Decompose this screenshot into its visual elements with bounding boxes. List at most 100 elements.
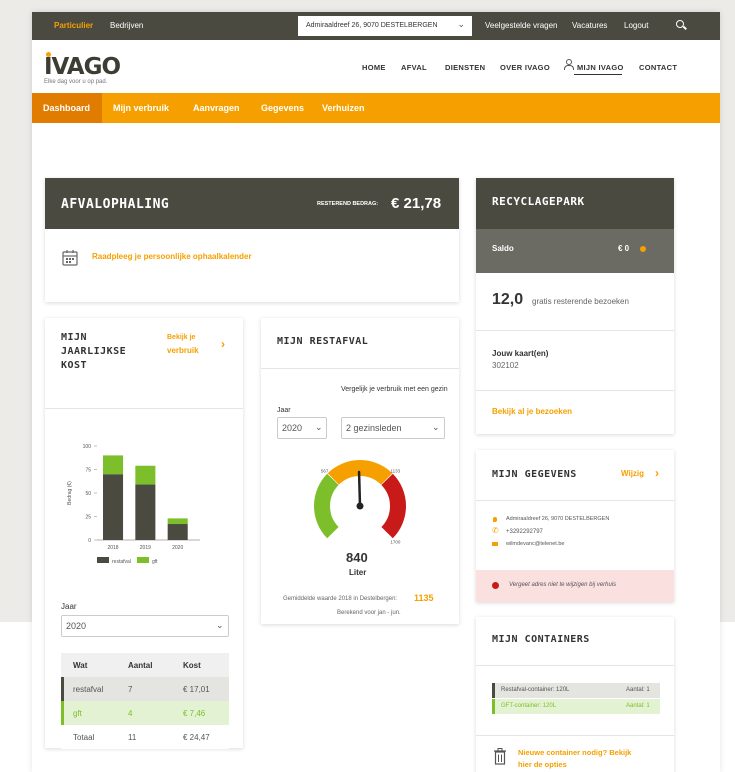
alert-icon xyxy=(492,582,499,589)
gauge-needle xyxy=(357,470,362,508)
nav-home[interactable]: HOME xyxy=(362,63,386,72)
search-icon[interactable] xyxy=(676,20,684,28)
divider xyxy=(476,330,674,331)
location-pin-icon xyxy=(493,517,497,522)
vacatures-link[interactable]: Vacatures xyxy=(572,21,607,30)
chevron-right-icon[interactable]: › xyxy=(221,337,225,351)
restafval-year-label: Jaar xyxy=(277,407,291,414)
container-row: GFT-container: 120L Aantal: 1 xyxy=(492,699,660,714)
containers-card: MIJN CONTAINERS Restafval-container: 120… xyxy=(476,617,674,772)
saldo-row: Saldo € 0 xyxy=(476,229,674,273)
visits-text: gratis resterende bezoeken xyxy=(532,297,629,306)
nav-diensten[interactable]: DIENSTEN xyxy=(445,63,485,72)
logout-link[interactable]: Logout xyxy=(624,21,648,30)
container-name: Restafval-container: 120L xyxy=(501,687,570,693)
divider xyxy=(45,408,243,409)
table-row: restafval 7 € 17,01 xyxy=(61,677,229,701)
gauge-tick-label: 567 xyxy=(321,469,329,474)
visits-number: 12,0 xyxy=(492,291,524,308)
address-selector-value: Admiraaldreef 26, 9070 DESTELBERGEN xyxy=(306,22,438,29)
alert-text: Vergeet adres niet te wijzigen bij verhu… xyxy=(509,582,617,588)
gegevens-address: Admiraaldreef 26, 9070 DESTELBERGEN xyxy=(506,516,610,522)
bar-gft-2018 xyxy=(103,455,124,475)
table-cell: 11 xyxy=(128,733,137,742)
legend-label-restafval: restafval xyxy=(112,559,131,565)
subnav-mijn-verbruik[interactable]: Mijn verbruik xyxy=(113,103,169,113)
coin-icon xyxy=(640,246,646,252)
kost-year-select[interactable]: 2020 xyxy=(61,615,229,637)
address-selector[interactable]: Admiraaldreef 26, 9070 DESTELBERGEN ⌄ xyxy=(298,16,472,36)
x-tick-label: 2019 xyxy=(140,545,151,551)
afvalophaling-card: AFVALOPHALING RESTEREND BEDRAG: € 21,78 … xyxy=(45,178,459,302)
address-alert: Vergeet adres niet te wijzigen bij verhu… xyxy=(476,570,674,602)
y-tick-label: 100 xyxy=(83,444,92,450)
bar-restafval-2018 xyxy=(103,474,124,540)
gezin-select[interactable]: 2 gezinsleden xyxy=(341,417,445,439)
recyclagepark-header: RECYCLAGEPARK xyxy=(476,178,674,229)
nav-over-ivago[interactable]: OVER IVAGO xyxy=(500,63,550,72)
table-header-kost: Kost xyxy=(183,661,201,670)
subnav-dashboard[interactable]: Dashboard xyxy=(43,103,90,113)
kost-title-line2: JAARLIJKSE xyxy=(61,346,127,357)
table-total-row: Totaal 11 € 24,47 xyxy=(61,725,229,749)
table-cell: 4 xyxy=(128,709,133,718)
container-name: GFT-container: 120L xyxy=(501,703,557,709)
tagline: Elke dag voor u op pad. xyxy=(44,79,108,85)
logo-dot xyxy=(46,52,51,57)
restafval-title: MIJN RESTAFVAL xyxy=(277,336,369,347)
new-container-link-line1[interactable]: Nieuwe container nodig? Bekijk xyxy=(518,748,631,757)
nav-afval[interactable]: AFVAL xyxy=(401,63,427,72)
subnav-gegevens[interactable]: Gegevens xyxy=(261,103,304,113)
subnav-aanvragen[interactable]: Aanvragen xyxy=(193,103,240,113)
chevron-down-icon: ⌄ xyxy=(457,19,465,29)
top-bar: Particulier Bedrijven Admiraaldreef 26, … xyxy=(32,12,720,40)
divider xyxy=(476,735,674,736)
y-axis-label: Bedrag (€) xyxy=(67,481,73,505)
gauge-value: 840 xyxy=(346,550,368,565)
table-header-row: Wat Aantal Kost xyxy=(61,653,229,677)
restafval-year-select[interactable]: 2020 xyxy=(277,417,327,439)
legend-swatch-restafval xyxy=(97,557,109,563)
user-icon xyxy=(564,59,574,70)
ivago-logo[interactable]: IVAGO xyxy=(44,52,121,80)
mail-icon xyxy=(492,542,498,546)
faq-link[interactable]: Veelgestelde vragen xyxy=(485,21,558,30)
average-text: Gemiddelde waarde 2018 in Destelbergen: xyxy=(283,596,398,602)
table-cell: € 17,01 xyxy=(183,685,210,694)
verbruik-link-line2[interactable]: verbruik xyxy=(167,346,199,355)
legend-swatch-gft xyxy=(137,557,149,563)
verbruik-link-line1[interactable]: Bekijk je xyxy=(167,334,195,341)
nav-mijn-ivago[interactable]: MIJN IVAGO xyxy=(577,63,624,72)
nav-contact[interactable]: CONTACT xyxy=(639,63,677,72)
new-container-link-line2[interactable]: hier de opties xyxy=(518,760,567,769)
gegevens-title: MIJN GEGEVENS xyxy=(492,469,577,480)
edit-link[interactable]: Wijzig xyxy=(621,469,644,478)
chevron-right-icon[interactable]: › xyxy=(655,466,659,480)
phone-icon: ✆ xyxy=(492,526,499,535)
trash-bin-icon xyxy=(494,748,506,765)
afvalophaling-title: AFVALOPHALING xyxy=(61,197,170,212)
particulier-link[interactable]: Particulier xyxy=(54,21,93,30)
table-cell: restafval xyxy=(73,685,104,694)
table-cell: Totaal xyxy=(73,733,95,742)
cards-value: 302102 xyxy=(492,361,519,370)
calendar-link[interactable]: Raadpleeg je persoonlijke ophaalkalender xyxy=(92,252,252,261)
y-tick-label: 75 xyxy=(85,468,91,474)
y-tick-label: 0 xyxy=(88,538,91,544)
bar-restafval-2020 xyxy=(167,524,188,540)
gauge-segment-3 xyxy=(381,473,406,539)
restafval-gauge: 567 1133 1700 xyxy=(314,460,406,544)
cards-label: Jouw kaart(en) xyxy=(492,349,549,358)
container-count: Aantal: 1 xyxy=(626,703,650,709)
period-text: Berekend voor jan - jun. xyxy=(337,610,401,616)
recyclagepark-card: RECYCLAGEPARK Saldo € 0 12,0 gratis rest… xyxy=(476,178,674,434)
bar-gft-2019 xyxy=(135,465,156,485)
y-tick-label: 50 xyxy=(85,491,91,497)
visits-link[interactable]: Bekijk al je bezoeken xyxy=(492,407,572,416)
bedrijven-link[interactable]: Bedrijven xyxy=(110,21,143,30)
gauge-tick-label: 1133 xyxy=(391,469,401,474)
gauge-unit: Liter xyxy=(349,568,367,577)
balance-value: € 21,78 xyxy=(391,195,442,212)
subnav-verhuizen[interactable]: Verhuizen xyxy=(322,103,365,113)
divider xyxy=(476,665,674,666)
